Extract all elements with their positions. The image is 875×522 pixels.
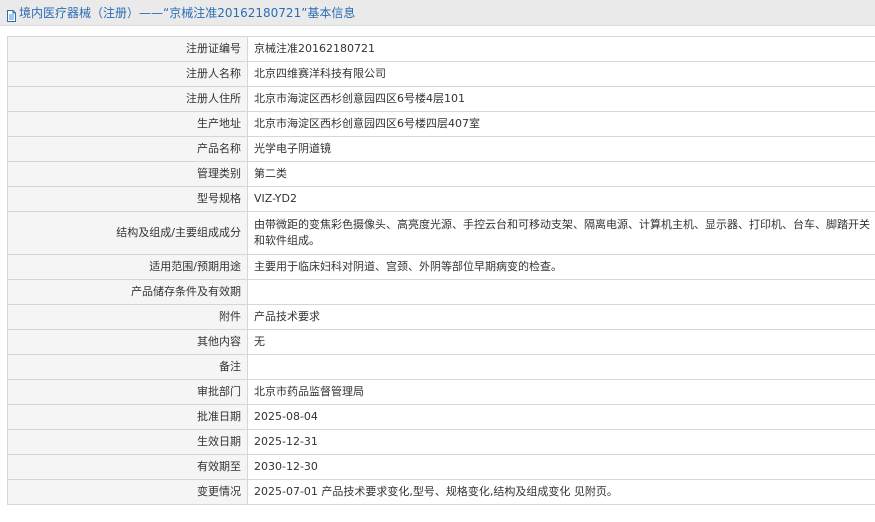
page-title: 境内医疗器械（注册）——“京械注准20162180721”基本信息 [19, 6, 356, 20]
table-row: 有效期至 2030-12-30 [7, 454, 875, 480]
row-label: 管理类别 [7, 161, 248, 187]
row-value: 北京市海淀区西杉创意园四区6号楼4层101 [247, 86, 875, 112]
table-row: 附件 产品技术要求 [7, 304, 875, 330]
table-row: 注册人名称 北京四维赛洋科技有限公司 [7, 61, 875, 87]
row-label: 附件 [7, 304, 248, 330]
row-value: 北京市药品监督管理局 [247, 379, 875, 405]
row-label: 型号规格 [7, 186, 248, 212]
table-row: 批准日期 2025-08-04 [7, 404, 875, 430]
title-bar: 境内医疗器械（注册）——“京械注准20162180721”基本信息 [0, 0, 875, 26]
document-icon [6, 7, 17, 22]
table-row: 其他内容无 [7, 329, 875, 355]
row-value: 2025-12-31 [247, 429, 875, 455]
row-label: 注册人名称 [7, 61, 248, 87]
table-row: 注册人住所 北京市海淀区西杉创意园四区6号楼4层101 [7, 86, 875, 112]
row-value [247, 279, 875, 305]
row-label: 批准日期 [7, 404, 248, 430]
row-label: 生产地址 [7, 111, 248, 137]
row-label: 有效期至 [7, 454, 248, 480]
row-label: 生效日期 [7, 429, 248, 455]
row-label: 变更情况 [7, 479, 248, 505]
row-value: 北京市海淀区西杉创意园四区6号楼四层407室 [247, 111, 875, 137]
row-label: 备注 [7, 354, 248, 380]
table-row: 适用范围/预期用途 主要用于临床妇科对阴道、宫颈、外阴等部位早期病变的检查。 [7, 254, 875, 280]
row-value: 由带微距的变焦彩色摄像头、高亮度光源、手控云台和可移动支架、隔离电源、计算机主机… [247, 211, 875, 255]
row-value: 北京四维赛洋科技有限公司 [247, 61, 875, 87]
row-label: 产品名称 [7, 136, 248, 162]
row-label: 审批部门 [7, 379, 248, 405]
row-value [247, 354, 875, 380]
table-row: 备注 [7, 354, 875, 380]
row-value: 2025-08-04 [247, 404, 875, 430]
row-value: 2030-12-30 [247, 454, 875, 480]
row-value: 2025-07-01 产品技术要求变化,型号、规格变化,结构及组成变化 见附页。 [247, 479, 875, 505]
info-table-body: 注册证编号 京械注准20162180721 注册人名称 北京四维赛洋科技有限公司 注册人… [7, 36, 875, 505]
table-row: 审批部门 北京市药品监督管理局 [7, 379, 875, 405]
table-row: 管理类别 第二类 [7, 161, 875, 187]
table-row: 生效日期 2025-12-31 [7, 429, 875, 455]
table-row: 变更情况 2025-07-01 产品技术要求变化,型号、规格变化,结构及组成变化 … [7, 479, 875, 505]
row-label: 结构及组成/主要组成成分 [7, 211, 248, 255]
row-value: 光学电子阴道镜 [247, 136, 875, 162]
row-label: 产品储存条件及有效期 [7, 279, 248, 305]
row-value: VIZ-YD2 [247, 186, 875, 212]
table-row: 型号规格 VIZ-YD2 [7, 186, 875, 212]
row-value: 京械注准20162180721 [247, 36, 875, 62]
row-value: 第二类 [247, 161, 875, 187]
row-label: 适用范围/预期用途 [7, 254, 248, 280]
table-row: 产品储存条件及有效期 [7, 279, 875, 305]
table-row: 结构及组成/主要组成成分 由带微距的变焦彩色摄像头、高亮度光源、手控云台和可移动支… [7, 211, 875, 255]
row-label: 注册证编号 [7, 36, 248, 62]
table-row: 注册证编号 京械注准20162180721 [7, 36, 875, 62]
row-value: 产品技术要求 [247, 304, 875, 330]
row-label: 其他内容 [7, 329, 248, 355]
table-row: 产品名称 光学电子阴道镜 [7, 136, 875, 162]
page: 境内医疗器械（注册）——“京械注准20162180721”基本信息 注册证编号京… [0, 0, 875, 522]
row-value: 无 [247, 329, 875, 355]
table-row: 生产地址 北京市海淀区西杉创意园四区6号楼四层407室 [7, 111, 875, 137]
row-value: 主要用于临床妇科对阴道、宫颈、外阴等部位早期病变的检查。 [247, 254, 875, 280]
row-label: 注册人住所 [7, 86, 248, 112]
info-table: 注册证编号 京械注准20162180721 注册人名称 北京四维赛洋科技有限公司 注册人… [7, 36, 875, 505]
